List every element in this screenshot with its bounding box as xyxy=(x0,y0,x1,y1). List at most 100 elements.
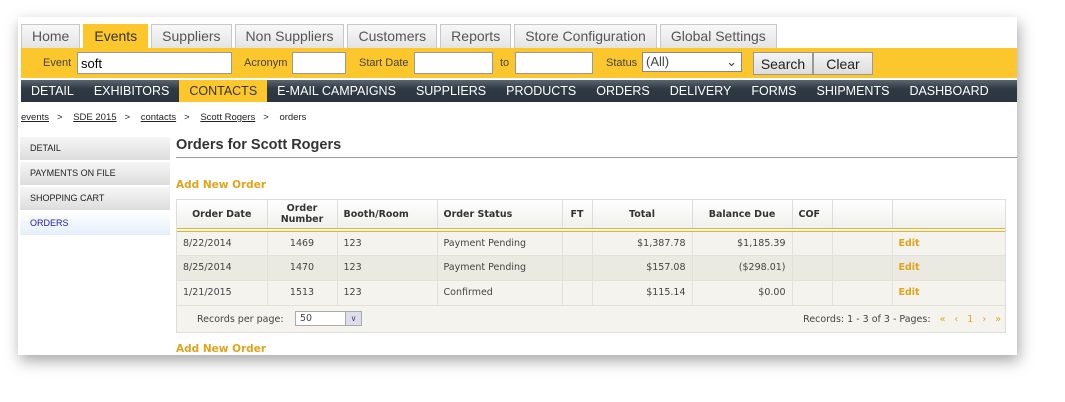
table-footer: Records per page: 50 ∨ Records: 1 - 3 of … xyxy=(177,306,1005,332)
ft-cell xyxy=(562,280,593,306)
tab-store-configuration[interactable]: Store Configuration xyxy=(514,24,657,48)
ft-cell xyxy=(562,230,593,256)
chevron-down-icon: ⌄ xyxy=(726,54,737,69)
booth-room-cell: 123 xyxy=(337,230,438,256)
cof-cell xyxy=(792,230,833,256)
nav-forms[interactable]: FORMS xyxy=(741,80,806,102)
order-status-cell: Payment Pending xyxy=(437,230,563,256)
status-label: Status xyxy=(606,57,638,69)
status-value: (All) xyxy=(646,54,670,69)
search-button[interactable]: Search xyxy=(753,52,813,75)
col-order-date[interactable]: Order Date xyxy=(177,200,268,232)
records-per-page-select[interactable]: 50 ∨ xyxy=(295,310,362,326)
nav-email-campaigns[interactable]: E-MAIL CAMPAIGNS xyxy=(267,80,406,102)
nav-exhibitors[interactable]: EXHIBITORS xyxy=(84,80,179,102)
table-header: Order Date Order Number Booth/Room Order… xyxy=(177,200,1005,232)
nav-contacts[interactable]: CONTACTS xyxy=(179,80,268,102)
col-order-status[interactable]: Order Status xyxy=(437,200,563,232)
booth-room-cell: 123 xyxy=(337,280,438,306)
order-status-cell: Payment Pending xyxy=(437,255,563,281)
breadcrumb-events[interactable]: events xyxy=(21,112,49,123)
first-page-button[interactable]: « xyxy=(940,314,946,325)
tab-home[interactable]: Home xyxy=(21,24,81,48)
records-per-page-value: 50 xyxy=(300,312,313,324)
breadcrumb-separator: > xyxy=(124,112,131,123)
clear-button[interactable]: Clear xyxy=(813,52,873,75)
breadcrumb-separator: > xyxy=(57,112,63,123)
tab-global-settings[interactable]: Global Settings xyxy=(659,24,777,48)
balance-due-cell: $0.00 xyxy=(692,280,793,306)
sidebar: DETAIL PAYMENTS ON FILE SHOPPING CART OR… xyxy=(20,137,170,237)
search-bar: Event Acronym Start Date to Status (All)… xyxy=(21,48,1017,78)
page-card: Home Events Suppliers Non Suppliers Cust… xyxy=(18,17,1017,355)
tab-non-suppliers[interactable]: Non Suppliers xyxy=(234,24,345,48)
tab-customers[interactable]: Customers xyxy=(347,24,438,48)
col-cof[interactable]: COF xyxy=(792,200,833,232)
tab-events[interactable]: Events xyxy=(83,24,149,48)
edit-link-cell[interactable]: Edit xyxy=(892,280,1005,306)
order-status-cell: Confirmed xyxy=(437,280,563,306)
order-number-cell: 1470 xyxy=(267,255,338,281)
col-actions xyxy=(892,200,1005,232)
booth-room-cell: 123 xyxy=(337,255,438,281)
nav-delivery[interactable]: DELIVERY xyxy=(660,80,742,102)
tab-suppliers[interactable]: Suppliers xyxy=(151,24,232,48)
order-date-cell: 8/22/2014 xyxy=(177,230,268,256)
event-input[interactable] xyxy=(77,52,232,74)
records-per-page-label: Records per page: xyxy=(197,313,284,325)
end-date-input[interactable] xyxy=(515,52,593,74)
order-number-cell: 1513 xyxy=(267,280,338,306)
breadcrumb-contacts[interactable]: contacts xyxy=(141,112,176,123)
nav-orders[interactable]: ORDERS xyxy=(586,80,659,102)
nav-suppliers[interactable]: SUPPLIERS xyxy=(406,80,496,102)
table-row: 8/25/2014 1470 123 Payment Pending $157.08 ($… xyxy=(177,255,1005,281)
breadcrumb-sde-2015[interactable]: SDE 2015 xyxy=(73,112,116,123)
next-page-button[interactable]: › xyxy=(982,314,986,325)
nav-products[interactable]: PRODUCTS xyxy=(496,80,586,102)
breadcrumb: events > SDE 2015 > contacts > Scott Rogers… xyxy=(21,112,306,123)
col-order-number[interactable]: Order Number xyxy=(267,200,338,232)
breadcrumb-current: orders xyxy=(279,112,307,123)
col-total[interactable]: Total xyxy=(592,200,693,232)
status-select[interactable]: (All) ⌄ xyxy=(642,52,742,72)
total-cell: $157.08 xyxy=(592,255,693,281)
col-balance-due[interactable]: Balance Due xyxy=(692,200,793,232)
cof-cell xyxy=(792,280,833,306)
balance-due-cell: $1,185.39 xyxy=(692,230,793,256)
edit-link-cell[interactable]: Edit xyxy=(892,255,1005,281)
divider xyxy=(176,157,1017,158)
nav-detail[interactable]: DETAIL xyxy=(21,80,84,102)
table-row: 1/21/2015 1513 123 Confirmed $115.14 $0.00 Edi… xyxy=(177,280,1005,306)
edit-link-cell[interactable]: Edit xyxy=(892,230,1005,256)
chevron-down-icon: ∨ xyxy=(345,311,361,325)
total-cell: $115.14 xyxy=(592,280,693,306)
tab-reports[interactable]: Reports xyxy=(440,24,512,48)
add-new-order-link-bottom[interactable]: Add New Order xyxy=(176,343,266,355)
event-label: Event xyxy=(43,57,72,69)
nav-dashboard[interactable]: DASHBOARD xyxy=(899,80,998,102)
order-date-cell: 8/25/2014 xyxy=(177,255,268,281)
blank-cell xyxy=(832,280,893,306)
sidebar-item-orders[interactable]: ORDERS xyxy=(20,212,170,235)
blank-cell xyxy=(832,230,893,256)
sidebar-item-detail[interactable]: DETAIL xyxy=(20,137,170,160)
prev-page-button[interactable]: ‹ xyxy=(954,314,958,325)
acronym-label: Acronym xyxy=(244,57,288,69)
last-page-button[interactable]: » xyxy=(995,314,1001,325)
table-row: 8/22/2014 1469 123 Payment Pending $1,387.78… xyxy=(177,230,1005,256)
page-1-link[interactable]: 1 xyxy=(967,314,973,325)
breadcrumb-contact[interactable]: Scott Rogers xyxy=(200,112,255,123)
start-date-input[interactable] xyxy=(414,52,493,74)
nav-shipments[interactable]: SHIPMENTS xyxy=(807,80,900,102)
sidebar-item-payments-on-file[interactable]: PAYMENTS ON FILE xyxy=(20,162,170,185)
col-booth-room[interactable]: Booth/Room xyxy=(337,200,438,232)
pagination: Records: 1 - 3 of 3 - Pages: « ‹ 1 › » xyxy=(803,314,1001,325)
add-new-order-link[interactable]: Add New Order xyxy=(176,179,266,191)
balance-due-cell: ($298.01) xyxy=(692,255,793,281)
acronym-input[interactable] xyxy=(292,52,346,74)
col-ft[interactable]: FT xyxy=(562,200,593,232)
start-date-label: Start Date xyxy=(359,57,409,69)
sidebar-item-shopping-cart[interactable]: SHOPPING CART xyxy=(20,187,170,210)
page-title: Orders for Scott Rogers xyxy=(176,137,342,153)
cof-cell xyxy=(792,255,833,281)
